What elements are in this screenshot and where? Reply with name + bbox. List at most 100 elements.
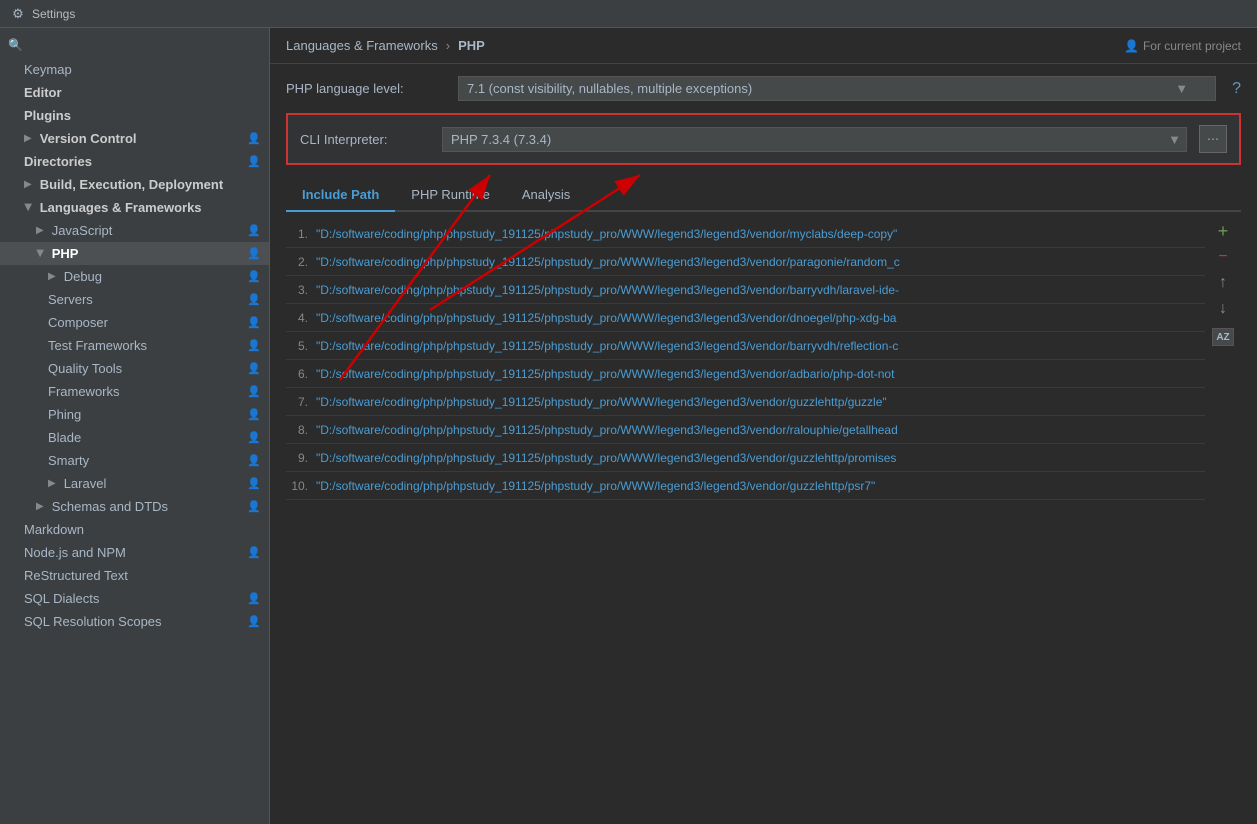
sidebar-label-directories: Directories (24, 154, 92, 169)
content-area: Languages & Frameworks › PHP 👤 For curre… (270, 28, 1257, 824)
sidebar-item-keymap[interactable]: Keymap (0, 58, 269, 81)
sidebar-item-version-control[interactable]: ▶ Version Control 👤 (0, 127, 269, 150)
sort-button[interactable]: AZ (1212, 328, 1234, 346)
sidebar-item-schemas-dtds[interactable]: ▶ Schemas and DTDs 👤 (0, 495, 269, 518)
title-bar-text: Settings (32, 7, 75, 21)
path-row-5[interactable]: 5. "D:/software/coding/php/phpstudy_1911… (286, 332, 1205, 360)
path-row-1[interactable]: 1. "D:/software/coding/php/phpstudy_1911… (286, 220, 1205, 248)
sidebar-label-blade: Blade (48, 430, 81, 445)
user-icon-laravel: 👤 (247, 477, 261, 490)
sidebar-item-servers[interactable]: Servers 👤 (0, 288, 269, 311)
user-icon-nodejs: 👤 (247, 546, 261, 559)
sidebar-label-test-frameworks: Test Frameworks (48, 338, 147, 353)
move-up-button[interactable]: ↑ (1212, 272, 1234, 294)
arrow-php: ▶ (34, 250, 45, 258)
sidebar-item-sql-dialects[interactable]: SQL Dialects 👤 (0, 587, 269, 610)
remove-path-button[interactable]: − (1212, 246, 1234, 268)
php-help-icon[interactable]: ? (1232, 80, 1241, 98)
path-text-10: "D:/software/coding/php/phpstudy_191125/… (316, 479, 1205, 493)
path-content-row: 1. "D:/software/coding/php/phpstudy_1911… (286, 212, 1241, 500)
path-num-6: 6. (286, 367, 316, 381)
path-num-5: 5. (286, 339, 316, 353)
path-row-2[interactable]: 2. "D:/software/coding/php/phpstudy_1911… (286, 248, 1205, 276)
path-row-10[interactable]: 10. "D:/software/coding/php/phpstudy_191… (286, 472, 1205, 500)
user-icon-servers: 👤 (247, 293, 261, 306)
sidebar-label-nodejs-npm: Node.js and NPM (24, 545, 126, 560)
move-down-button[interactable]: ↓ (1212, 298, 1234, 320)
sidebar-item-smarty[interactable]: Smarty 👤 (0, 449, 269, 472)
user-icon-test-frameworks: 👤 (247, 339, 261, 352)
arrow-schemas: ▶ (36, 501, 44, 512)
sidebar-item-debug[interactable]: ▶ Debug 👤 (0, 265, 269, 288)
path-row-7[interactable]: 7. "D:/software/coding/php/phpstudy_1911… (286, 388, 1205, 416)
sidebar-label-languages-frameworks: Languages & Frameworks (40, 200, 202, 215)
cli-value[interactable]: PHP 7.3.4 (7.3.4) (442, 127, 1187, 152)
tab-include-path[interactable]: Include Path (286, 179, 395, 212)
sidebar-item-nodejs-npm[interactable]: Node.js and NPM 👤 (0, 541, 269, 564)
sidebar-item-editor[interactable]: Editor (0, 81, 269, 104)
sidebar-label-build-exec: Build, Execution, Deployment (40, 177, 223, 192)
sidebar-item-restructured-text[interactable]: ReStructured Text (0, 564, 269, 587)
path-num-8: 8. (286, 423, 316, 437)
arrow-version-control: ▶ (24, 133, 32, 144)
php-level-row: PHP language level: 7.1 (const visibilit… (286, 76, 1241, 101)
sidebar-label-laravel: Laravel (64, 476, 107, 491)
sidebar-label-php: PHP (52, 246, 79, 261)
path-text-8: "D:/software/coding/php/phpstudy_191125/… (316, 423, 1205, 437)
path-row-8[interactable]: 8. "D:/software/coding/php/phpstudy_1911… (286, 416, 1205, 444)
sidebar-item-laravel[interactable]: ▶ Laravel 👤 (0, 472, 269, 495)
add-path-button[interactable]: + (1212, 220, 1234, 242)
sidebar-label-javascript: JavaScript (52, 223, 113, 238)
path-row-4[interactable]: 4. "D:/software/coding/php/phpstudy_1911… (286, 304, 1205, 332)
arrow-javascript: ▶ (36, 225, 44, 236)
cli-edit-button[interactable]: ⋯ (1199, 125, 1227, 153)
sidebar-item-quality-tools[interactable]: Quality Tools 👤 (0, 357, 269, 380)
php-level-value[interactable]: 7.1 (const visibility, nullables, multip… (458, 76, 1216, 101)
user-icon-quality-tools: 👤 (247, 362, 261, 375)
sidebar-item-plugins[interactable]: Plugins (0, 104, 269, 127)
user-icon-sql-resolution: 👤 (247, 615, 261, 628)
breadcrumb: Languages & Frameworks › PHP 👤 For curre… (270, 28, 1257, 64)
user-icon-composer: 👤 (247, 316, 261, 329)
sidebar-item-test-frameworks[interactable]: Test Frameworks 👤 (0, 334, 269, 357)
user-icon-smarty: 👤 (247, 454, 261, 467)
sidebar-item-composer[interactable]: Composer 👤 (0, 311, 269, 334)
sidebar-item-phing[interactable]: Phing 👤 (0, 403, 269, 426)
settings-content: PHP language level: 7.1 (const visibilit… (270, 64, 1257, 824)
sidebar-label-debug: Debug (64, 269, 102, 284)
sidebar-label-smarty: Smarty (48, 453, 89, 468)
breadcrumb-current: PHP (458, 38, 485, 53)
sidebar-item-languages-frameworks[interactable]: ▶ Languages & Frameworks (0, 196, 269, 219)
sidebar-item-build-exec[interactable]: ▶ Build, Execution, Deployment (0, 173, 269, 196)
path-text-6: "D:/software/coding/php/phpstudy_191125/… (316, 367, 1205, 381)
sidebar-item-javascript[interactable]: ▶ JavaScript 👤 (0, 219, 269, 242)
project-user-icon: 👤 (1124, 39, 1139, 53)
tab-php-runtime[interactable]: PHP Runtime (395, 179, 506, 212)
sidebar-item-frameworks[interactable]: Frameworks 👤 (0, 380, 269, 403)
sidebar: 🔍 Keymap Editor Plugins ▶ Version Contro… (0, 28, 270, 824)
breadcrumb-separator: › (446, 38, 450, 53)
tab-analysis[interactable]: Analysis (506, 179, 586, 212)
sidebar-label-plugins: Plugins (24, 108, 71, 123)
sidebar-item-blade[interactable]: Blade 👤 (0, 426, 269, 449)
path-text-7: "D:/software/coding/php/phpstudy_191125/… (316, 395, 1205, 409)
path-num-4: 4. (286, 311, 316, 325)
sidebar-label-composer: Composer (48, 315, 108, 330)
breadcrumb-project: 👤 For current project (1124, 39, 1241, 53)
sidebar-search-area: 🔍 (0, 32, 269, 58)
user-icon-php: 👤 (247, 247, 261, 260)
path-row-3[interactable]: 3. "D:/software/coding/php/phpstudy_1911… (286, 276, 1205, 304)
sidebar-item-directories[interactable]: Directories 👤 (0, 150, 269, 173)
project-label: For current project (1143, 39, 1241, 53)
sidebar-item-markdown[interactable]: Markdown (0, 518, 269, 541)
cli-value-wrapper: PHP 7.3.4 (7.3.4) ▼ (442, 127, 1187, 152)
php-level-wrapper: 7.1 (const visibility, nullables, multip… (458, 76, 1216, 101)
sidebar-item-sql-resolution-scopes[interactable]: SQL Resolution Scopes 👤 (0, 610, 269, 633)
path-row-9[interactable]: 9. "D:/software/coding/php/phpstudy_1911… (286, 444, 1205, 472)
sidebar-item-php[interactable]: ▶ PHP 👤 (0, 242, 269, 265)
sidebar-label-servers: Servers (48, 292, 93, 307)
tabs-row: Include Path PHP Runtime Analysis (286, 179, 1241, 212)
user-icon-javascript: 👤 (247, 224, 261, 237)
path-num-9: 9. (286, 451, 316, 465)
path-row-6[interactable]: 6. "D:/software/coding/php/phpstudy_1911… (286, 360, 1205, 388)
